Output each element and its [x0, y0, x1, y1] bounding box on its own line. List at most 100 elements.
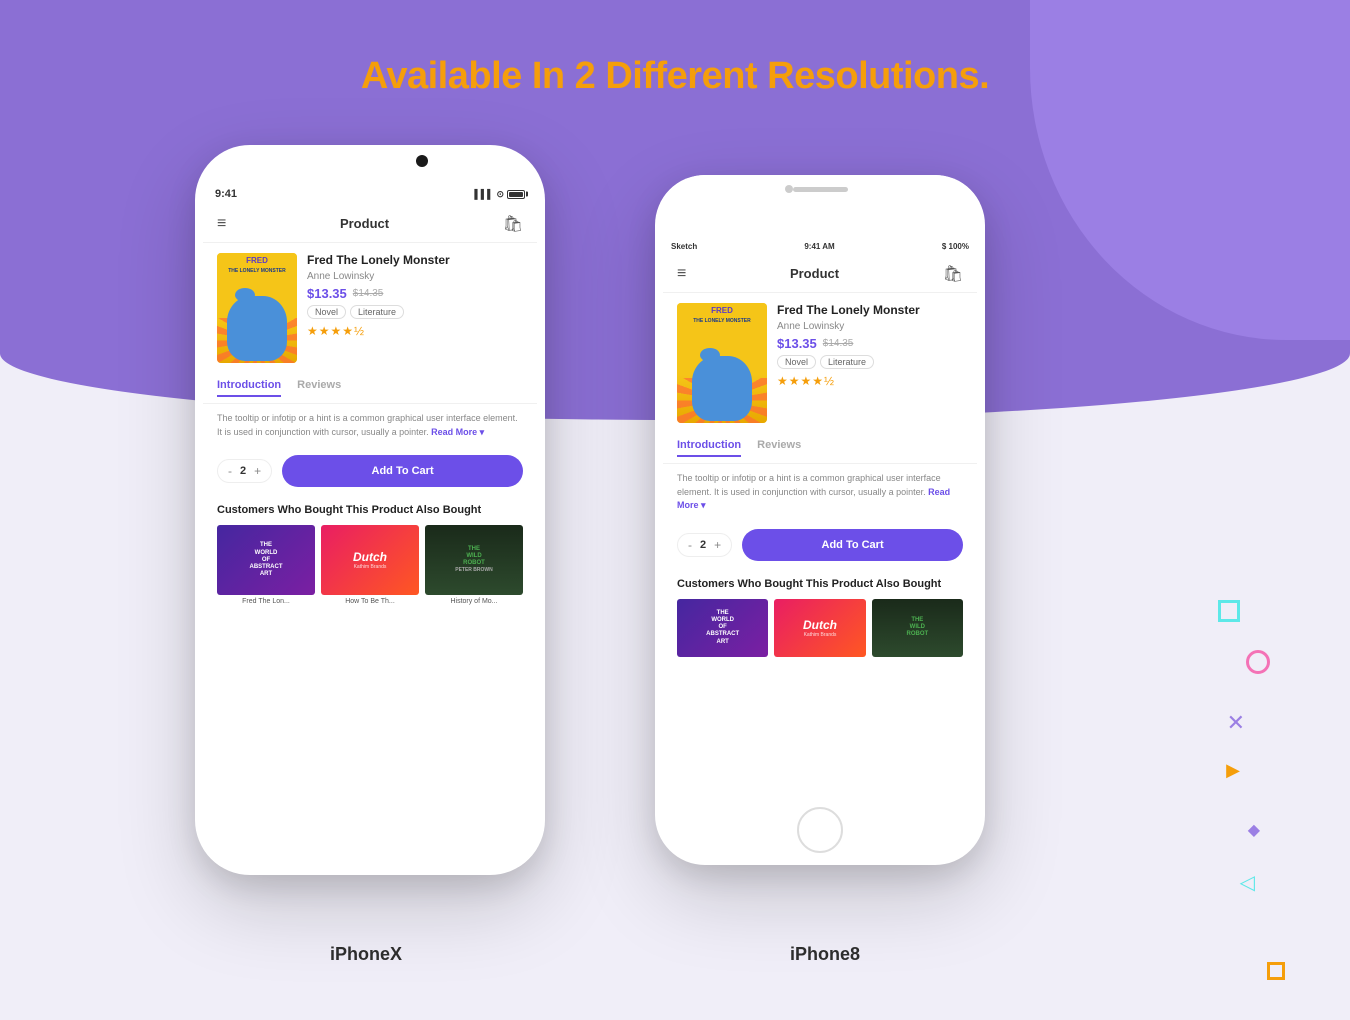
- cover-monster: [227, 296, 287, 361]
- product-info-8: Fred The Lonely Monster Anne Lowinsky $1…: [777, 303, 963, 423]
- related-book-3[interactable]: THEWILDROBOTPETER BROWN History of Mo...: [425, 525, 523, 605]
- quantity-plus-8[interactable]: +: [714, 538, 721, 552]
- related-book-3-8[interactable]: THEWILDROBOT: [872, 599, 963, 657]
- status-bar-8: Sketch 9:41 AM $ 100%: [663, 237, 977, 255]
- add-to-cart-button[interactable]: Add To Cart: [282, 455, 523, 487]
- cart-row-8: - 2 + Add To Cart: [663, 521, 977, 569]
- deco-play-icon: ▶: [1226, 760, 1240, 781]
- home-button-8[interactable]: [797, 807, 843, 853]
- dutch-sub-8: Kathim Brands: [804, 632, 837, 638]
- wild-robot-cover: THEWILDROBOTPETER BROWN: [425, 525, 523, 595]
- tab-reviews-8[interactable]: Reviews: [757, 439, 801, 457]
- status-sketch: Sketch: [671, 242, 697, 251]
- related-title-8: Customers Who Bought This Product Also B…: [677, 577, 963, 591]
- product-section: FREDthe lonely monster Fred The Lonely M…: [203, 243, 537, 373]
- product-description: The tooltip or infotip or a hint is a co…: [203, 404, 537, 447]
- iphone8-topbar: [655, 175, 985, 203]
- product-description-8: The tooltip or infotip or a hint is a co…: [663, 464, 977, 521]
- related-book-1-8[interactable]: THEWORLDOFABSTRACTART: [677, 599, 768, 657]
- abstract-art-cover-8: THEWORLDOFABSTRACTART: [677, 599, 768, 657]
- wild-robot-title-8: THEWILDROBOT: [906, 617, 928, 639]
- iphone8-label: iPhone8: [790, 944, 860, 965]
- tabs-row: Introduction Reviews: [203, 373, 537, 404]
- related-book-1-label: Fred The Lon...: [242, 598, 290, 605]
- dutch-title: Dutch: [353, 550, 387, 564]
- book-author: Anne Lowinsky: [307, 271, 523, 282]
- nav-title-8: Product: [790, 266, 839, 281]
- related-books-list: THEWORLDOFABSTRACTART Fred The Lon... Du…: [217, 525, 523, 605]
- iphonex-container: 9:41 ▌▌▌ ⊙ ≡ Product 🛍 FREDthe lonely mo…: [195, 145, 545, 875]
- deco-square: [1218, 600, 1240, 622]
- dutch-title-8: Dutch: [803, 618, 837, 632]
- price-old: $14.35: [353, 288, 384, 299]
- dutch-cover: Dutch Kathim Brands: [321, 525, 419, 595]
- front-camera: [416, 155, 428, 167]
- tab-introduction[interactable]: Introduction: [217, 379, 281, 397]
- cart-row: - 2 + Add To Cart: [203, 447, 537, 495]
- fred-cover-art: FREDthe lonely monster: [217, 253, 297, 363]
- related-book-2[interactable]: Dutch Kathim Brands How To Be Th...: [321, 525, 419, 605]
- app-navbar: ≡ Product 🛍: [203, 205, 537, 243]
- cart-icon-8[interactable]: 🛍: [943, 264, 963, 284]
- related-section-8: Customers Who Bought This Product Also B…: [663, 569, 977, 665]
- book-cover-8: FREDthe lonely monster: [677, 303, 767, 423]
- status-time-8: 9:41 AM: [804, 242, 834, 251]
- cover-title: FREDthe lonely monster: [228, 253, 286, 275]
- related-cover-2: Dutch Kathim Brands: [321, 525, 419, 595]
- wifi-icon: ⊙: [496, 189, 504, 200]
- tags-row-8: Novel Literature: [777, 355, 963, 369]
- nav-title: Product: [340, 216, 389, 231]
- star-rating: ★★★★½: [307, 324, 523, 338]
- signal-icon: ▌▌▌: [474, 189, 493, 199]
- deco-x-icon: ✕: [1227, 710, 1245, 736]
- menu-icon[interactable]: ≡: [217, 215, 226, 233]
- price-current-8: $13.35: [777, 336, 817, 351]
- price-row: $13.35 $14.35: [307, 286, 523, 301]
- related-books-list-8: THEWORLDOFABSTRACTART Dutch Kathim Brand…: [677, 599, 963, 657]
- tags-row: Novel Literature: [307, 305, 523, 319]
- wild-robot-title: THEWILDROBOTPETER BROWN: [455, 546, 493, 575]
- iphone8-screen: Sketch 9:41 AM $ 100% ≡ Product 🛍 FREDth…: [663, 237, 977, 800]
- cart-icon[interactable]: 🛍: [503, 214, 523, 234]
- product-section-8: FREDthe lonely monster Fred The Lonely M…: [663, 293, 977, 433]
- related-cover-3: THEWILDROBOTPETER BROWN: [425, 525, 523, 595]
- product-info: Fred The Lonely Monster Anne Lowinsky $1…: [307, 253, 523, 363]
- related-section: Customers Who Bought This Product Also B…: [203, 495, 537, 613]
- related-book-1[interactable]: THEWORLDOFABSTRACTART Fred The Lon...: [217, 525, 315, 605]
- cover-title-8: FREDthe lonely monster: [693, 303, 751, 325]
- deco-triangle-icon: ◁: [1240, 870, 1255, 895]
- abstract-art-title: THEWORLDOFABSTRACTART: [250, 542, 283, 578]
- book-cover: FREDthe lonely monster: [217, 253, 297, 363]
- tab-introduction-8[interactable]: Introduction: [677, 439, 741, 457]
- page-header: Available In 2 Different Resolutions.: [0, 55, 1350, 98]
- status-battery-8: $ 100%: [942, 242, 969, 251]
- fred-cover-art-8: FREDthe lonely monster: [677, 303, 767, 423]
- tabs-row-8: Introduction Reviews: [663, 433, 977, 464]
- front-camera-8: [785, 185, 793, 193]
- iphonex-screen: 9:41 ▌▌▌ ⊙ ≡ Product 🛍 FREDthe lonely mo…: [203, 183, 537, 867]
- related-book-2-8[interactable]: Dutch Kathim Brands: [774, 599, 865, 657]
- status-icons: ▌▌▌ ⊙: [474, 189, 525, 200]
- tag-literature-8: Literature: [820, 355, 874, 369]
- price-old-8: $14.35: [823, 338, 854, 349]
- tab-reviews[interactable]: Reviews: [297, 379, 341, 397]
- add-to-cart-button-8[interactable]: Add To Cart: [742, 529, 963, 561]
- dutch-cover-8: Dutch Kathim Brands: [774, 599, 865, 657]
- wild-robot-cover-8: THEWILDROBOT: [872, 599, 963, 657]
- related-book-2-label: How To Be Th...: [345, 598, 395, 605]
- abstract-art-cover: THEWORLDOFABSTRACTART: [217, 525, 315, 595]
- related-cover-3-8: THEWILDROBOT: [872, 599, 963, 657]
- abstract-art-title-8: THEWORLDOFABSTRACTART: [706, 610, 739, 646]
- quantity-minus[interactable]: -: [228, 464, 232, 478]
- dutch-sub: Kathim Brands: [354, 564, 387, 570]
- quantity-minus-8[interactable]: -: [688, 538, 692, 552]
- quantity-plus[interactable]: +: [254, 464, 261, 478]
- tag-novel: Novel: [307, 305, 346, 319]
- quantity-value-8: 2: [700, 539, 706, 551]
- read-more-link[interactable]: Read More ▾: [431, 427, 484, 437]
- quantity-value: 2: [240, 465, 246, 477]
- status-time: 9:41: [215, 188, 237, 200]
- iphonex-label: iPhoneX: [330, 944, 402, 965]
- menu-icon-8[interactable]: ≡: [677, 265, 686, 283]
- related-cover-1-8: THEWORLDOFABSTRACTART: [677, 599, 768, 657]
